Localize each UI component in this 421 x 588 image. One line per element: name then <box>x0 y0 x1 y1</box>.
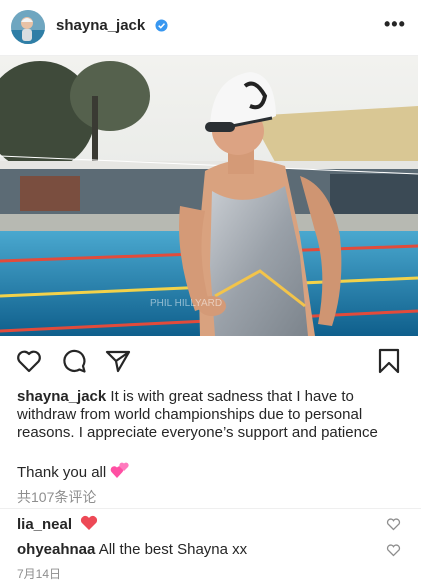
comment-username[interactable]: ohyeahnaa <box>17 541 95 558</box>
caption-username[interactable]: shayna_jack <box>17 388 106 405</box>
post-header: shayna_jack ••• <box>0 0 421 55</box>
divider <box>0 508 421 509</box>
photo-watermark: PHIL HILLYARD <box>150 298 222 309</box>
comment-item: lia_neal <box>17 515 98 533</box>
more-options-button[interactable]: ••• <box>384 14 406 34</box>
caption-thanks-line: Thank you all <box>17 461 130 481</box>
view-all-comments-link[interactable]: 共107条评论 <box>17 487 96 507</box>
comment-like-icon[interactable] <box>386 517 401 531</box>
avatar[interactable] <box>11 10 45 44</box>
post-date: 7月14日 <box>17 567 62 581</box>
post-action-bar <box>0 343 421 379</box>
bookmark-icon[interactable] <box>375 347 403 375</box>
post-author-username[interactable]: shayna_jack <box>56 17 145 34</box>
comment-like-icon[interactable] <box>386 543 401 557</box>
post-photo[interactable]: PHIL HILLYARD <box>0 55 418 336</box>
comment-item: ohyeahnaa All the best Shayna xx <box>17 541 247 558</box>
red-heart-emoji-icon <box>81 515 98 530</box>
paper-plane-icon[interactable] <box>104 347 132 375</box>
two-hearts-emoji-icon <box>110 462 129 478</box>
swimmer-photo: PHIL HILLYARD <box>0 56 418 336</box>
caption-thanks-text: Thank you all <box>17 464 107 481</box>
comment-username[interactable]: lia_neal <box>17 516 72 533</box>
comment-bubble-icon[interactable] <box>60 347 88 375</box>
comment-text: All the best Shayna xx <box>98 541 248 558</box>
heart-outline-icon[interactable] <box>15 347 43 375</box>
post-caption: shayna_jack It is with great sadness tha… <box>17 388 407 442</box>
verified-badge-icon <box>155 19 168 32</box>
